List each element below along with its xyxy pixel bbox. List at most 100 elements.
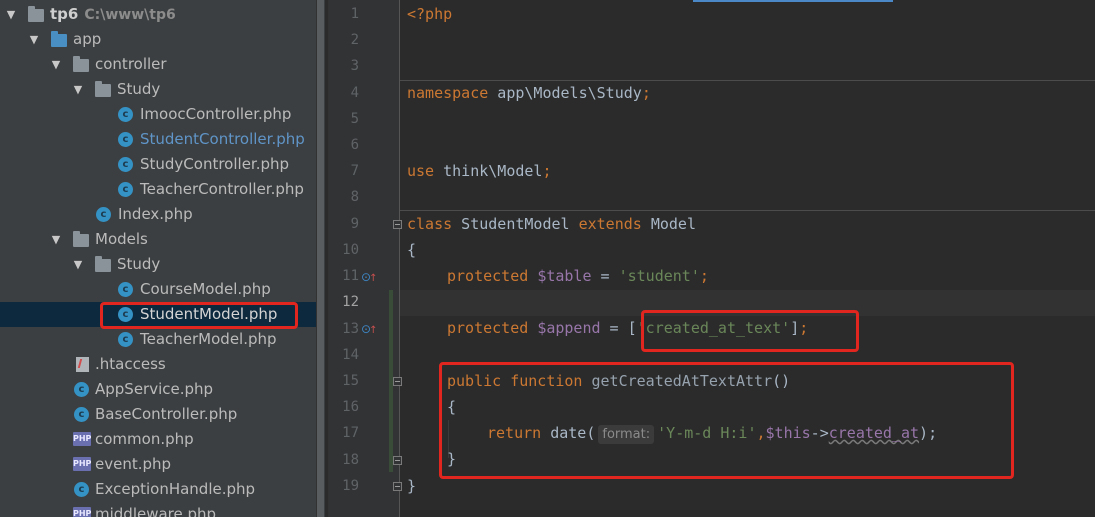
tree-item-file[interactable]: c Index.php xyxy=(0,202,322,227)
php-class-icon: c xyxy=(118,332,134,347)
line-number: 14 xyxy=(342,347,359,363)
highlight-box-accessor xyxy=(439,362,1014,479)
tree-item-label: .htaccess xyxy=(95,355,166,373)
project-tree: ▼ tp6 C:\www\tp6 ▼ app ▼ controller ▼ Stu… xyxy=(0,0,322,517)
code-token: ; xyxy=(542,162,552,180)
php-file-icon: PHP xyxy=(73,432,91,447)
line-number: 11 xyxy=(342,268,359,284)
tree-item-label: event.php xyxy=(95,455,172,473)
code-token: = xyxy=(600,319,628,337)
code-token: Model xyxy=(641,215,696,233)
tree-item-root[interactable]: ▼ tp6 C:\www\tp6 xyxy=(0,2,322,27)
tree-item-label: ExceptionHandle.php xyxy=(95,480,256,498)
code-token: ; xyxy=(641,84,651,102)
folder-icon xyxy=(28,6,44,23)
folder-icon xyxy=(73,231,89,248)
tree-item-study-models[interactable]: ▼ Study xyxy=(0,252,322,277)
code-line: { xyxy=(407,241,416,259)
folder-icon xyxy=(73,56,89,73)
tree-item-file[interactable]: c ImoocController.php xyxy=(0,102,322,127)
line-number: 5 xyxy=(350,111,359,127)
line-number: 4 xyxy=(350,85,359,101)
fold-marker-icon[interactable] xyxy=(393,377,402,386)
line-number: 6 xyxy=(350,137,359,153)
tree-item-label: Study xyxy=(117,80,161,98)
tree-item-file[interactable]: c CourseModel.php xyxy=(0,277,322,302)
tree-item-label: Models xyxy=(95,230,148,248)
tree-item-app[interactable]: ▼ app xyxy=(0,27,322,52)
tree-item-label: TeacherModel.php xyxy=(140,330,277,348)
tree-item-study-controller[interactable]: ▼ Study xyxy=(0,77,322,102)
tree-item-label: app xyxy=(73,30,102,48)
tree-item-label: StudyController.php xyxy=(140,155,290,173)
tree-item-file[interactable]: .htaccess xyxy=(0,352,322,377)
code-token: use xyxy=(407,162,435,180)
tree-item-file[interactable]: PHP middleware.php xyxy=(0,502,322,517)
tree-item-label: Study xyxy=(117,255,161,273)
tree-item-file[interactable]: c TeacherModel.php xyxy=(0,327,322,352)
fold-marker-icon[interactable] xyxy=(393,482,402,491)
tree-item-file[interactable]: c AppService.php xyxy=(0,377,322,402)
folder-icon xyxy=(95,256,111,273)
tree-item-label: CourseModel.php xyxy=(140,280,271,298)
tree-scrollbar-thumb[interactable] xyxy=(317,0,324,517)
override-marker-icon[interactable]: ⊙↑ xyxy=(361,269,377,285)
tree-item-controller[interactable]: ▼ controller xyxy=(0,52,322,77)
php-class-icon: c xyxy=(118,107,134,122)
tree-item-file[interactable]: PHP common.php xyxy=(0,427,322,452)
line-number: 2 xyxy=(350,32,359,48)
expand-arrow-icon[interactable]: ▼ xyxy=(4,2,18,27)
expand-arrow-icon[interactable]: ▼ xyxy=(27,27,41,52)
tree-item-file[interactable]: c ExceptionHandle.php xyxy=(0,477,322,502)
tree-item-file[interactable]: c BaseController.php xyxy=(0,402,322,427)
tree-item-label: TeacherController.php xyxy=(140,180,304,198)
tree-item-label: Index.php xyxy=(118,205,193,223)
php-class-icon: c xyxy=(74,407,90,422)
code-token: = xyxy=(591,267,619,285)
line-number-current: 12 xyxy=(342,294,359,310)
highlight-box-selected-file xyxy=(100,302,298,329)
code-line: protected $table = 'student'; xyxy=(447,267,709,285)
tree-item-label: middleware.php xyxy=(95,505,217,517)
tree-item-file[interactable]: c StudentController.php xyxy=(0,127,322,152)
fold-marker-icon[interactable] xyxy=(393,220,402,229)
line-number: 19 xyxy=(342,478,359,494)
active-tab-indicator xyxy=(693,0,893,2)
tree-item-file[interactable]: c TeacherController.php xyxy=(0,177,322,202)
root-path: C:\www\tp6 xyxy=(84,7,176,23)
code-token: [ xyxy=(627,319,637,337)
tree-item-label: AppService.php xyxy=(95,380,214,398)
tree-item-models[interactable]: ▼ Models xyxy=(0,227,322,252)
highlight-box-append xyxy=(641,310,859,352)
tree-item-file[interactable]: c StudyController.php xyxy=(0,152,322,177)
php-class-icon: c xyxy=(96,207,112,222)
php-class-icon: c xyxy=(118,157,134,172)
expand-arrow-icon[interactable]: ▼ xyxy=(49,227,63,252)
php-class-icon: c xyxy=(118,282,134,297)
code-token: protected xyxy=(447,319,529,337)
expand-arrow-icon[interactable]: ▼ xyxy=(49,52,63,77)
php-class-icon: c xyxy=(118,182,134,197)
line-number: 8 xyxy=(350,189,359,205)
expand-arrow-icon[interactable]: ▼ xyxy=(71,77,85,102)
code-line: } xyxy=(407,477,416,495)
code-token: StudentModel xyxy=(452,215,579,233)
tree-item-file[interactable]: PHP event.php xyxy=(0,452,322,477)
tree-item-label: controller xyxy=(95,55,167,73)
code-token: extends xyxy=(578,215,642,233)
tree-item-label: BaseController.php xyxy=(95,405,238,423)
code-token: ; xyxy=(699,267,709,285)
override-marker-icon[interactable]: ⊙↑ xyxy=(361,321,377,337)
code-token: $append xyxy=(537,319,601,337)
php-class-icon: c xyxy=(118,132,134,147)
line-number: 1 xyxy=(350,6,359,22)
code-token: 'student' xyxy=(618,267,700,285)
line-number: 17 xyxy=(342,425,359,441)
fold-marker-icon[interactable] xyxy=(393,456,402,465)
code-line: use think\Model; xyxy=(407,162,552,180)
method-separator xyxy=(400,210,1095,211)
line-number: 18 xyxy=(342,452,359,468)
code-token: <?php xyxy=(407,5,453,23)
expand-arrow-icon[interactable]: ▼ xyxy=(71,252,85,277)
ide-window: ▼ tp6 C:\www\tp6 ▼ app ▼ controller ▼ Stu… xyxy=(0,0,1095,517)
